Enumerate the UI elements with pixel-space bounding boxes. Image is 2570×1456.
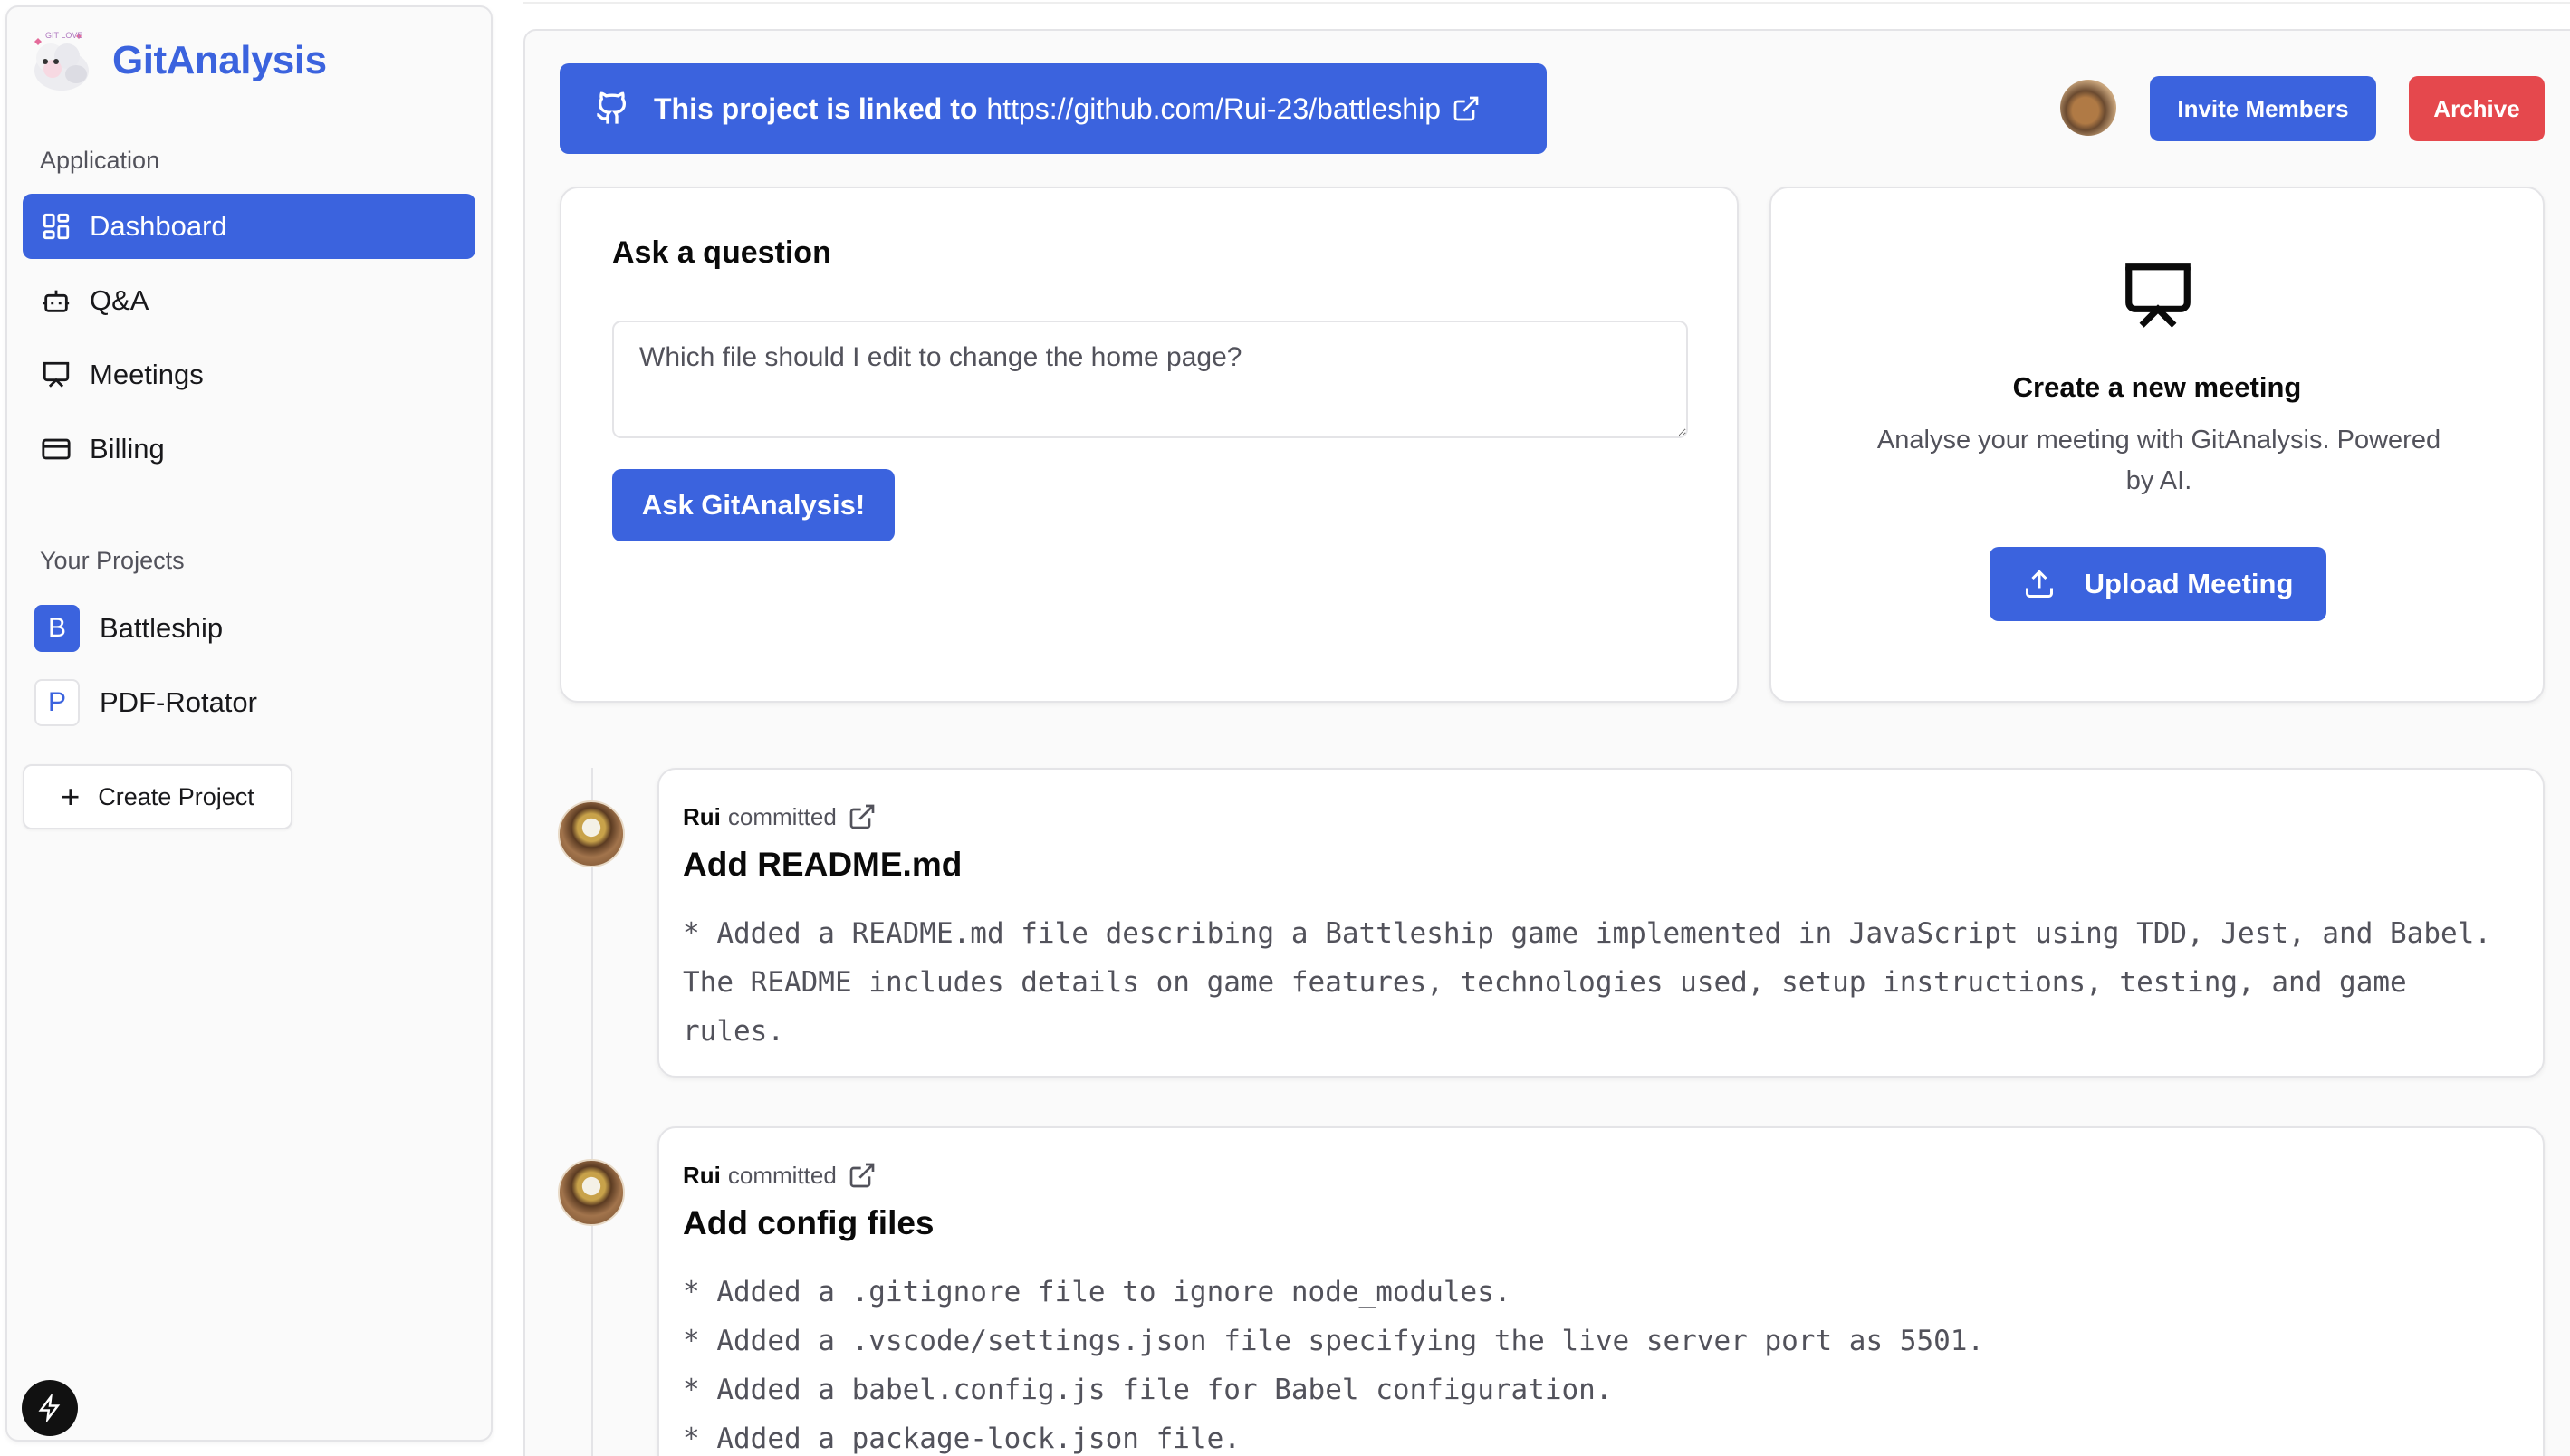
commit-author: Rui [683, 802, 721, 830]
upload-icon [2025, 570, 2053, 598]
external-link-icon[interactable] [848, 1161, 877, 1190]
nav-billing-label: Billing [90, 433, 165, 465]
lightning-icon [38, 1394, 61, 1422]
external-link-icon[interactable] [1452, 94, 1481, 123]
nav-qa-label: Q&A [90, 284, 149, 316]
github-icon [596, 91, 627, 124]
commit-summary-line: * Added a .gitignore file to ignore node… [683, 1276, 1511, 1308]
project-initial-badge: P [34, 679, 80, 726]
nav-qa[interactable]: Q&A [23, 268, 475, 333]
commit-summary-line: * Added a package-lock.json file. [683, 1422, 1241, 1455]
ask-question-card: Ask a question Ask GitAnalysis! [560, 187, 1739, 703]
commit-summary-line: * Added a README.md file describing a Ba… [683, 917, 2492, 950]
commit-summary: * Added a .gitignore file to ignore node… [683, 1268, 2512, 1456]
commit-author-avatar [558, 1159, 625, 1226]
archive-button[interactable]: Archive [2409, 76, 2545, 141]
commit-meta: Rui committed [683, 802, 877, 831]
presentation-icon [41, 359, 72, 390]
upload-meeting-button[interactable]: Upload Meeting [1990, 547, 2326, 621]
commit-item: Rui committed Add README.md * Added a RE… [657, 768, 2545, 1078]
credit-card-icon [41, 434, 72, 465]
upload-meeting-label: Upload Meeting [2084, 568, 2294, 599]
projects-group-label: Your Projects [40, 547, 185, 574]
commit-summary-line: * Added a .vscode/settings.json file spe… [683, 1325, 1985, 1357]
dev-tools-button[interactable] [22, 1380, 78, 1436]
repo-link-banner: This project is linked to https://github… [560, 63, 1547, 154]
commit-summary: * Added a README.md file describing a Ba… [683, 909, 2512, 1056]
external-link-icon[interactable] [848, 802, 877, 831]
ask-submit-button[interactable]: Ask GitAnalysis! [612, 469, 895, 541]
commit-item: Rui committed Add config files * Added a… [657, 1126, 2545, 1456]
repo-url-link[interactable]: https://github.com/Rui-23/battleship [986, 92, 1441, 126]
sidebar: GIT LOVE GitAnalysis Application Dashboa… [5, 5, 493, 1442]
brand[interactable]: GIT LOVE GitAnalysis [25, 24, 327, 98]
meeting-description: Analyse your meeting with GitAnalysis. P… [1876, 426, 2441, 495]
project-name: Battleship [100, 612, 224, 644]
linked-text: This project is linked to [654, 91, 978, 125]
create-project-button[interactable]: + Create Project [23, 764, 292, 829]
commit-summary-line: The README includes details on game feat… [683, 966, 2407, 999]
commit-author-avatar [558, 800, 625, 867]
commit-summary-line: * Added a babel.config.js file for Babel… [683, 1374, 1613, 1406]
question-input[interactable] [612, 321, 1688, 438]
project-battleship[interactable]: B Battleship [34, 603, 223, 654]
commit-meta: Rui committed [683, 1161, 877, 1190]
top-divider [523, 0, 2570, 4]
nav-billing[interactable]: Billing [23, 417, 475, 482]
create-meeting-card: Create a new meeting Analyse your meetin… [1769, 187, 2545, 703]
commit-summary-line: rules. [683, 1015, 784, 1048]
member-avatar[interactable] [2060, 80, 2116, 136]
nav-dashboard-label: Dashboard [90, 210, 227, 242]
commit-action: committed [727, 1161, 837, 1189]
nav-meetings-label: Meetings [90, 359, 204, 390]
presentation-icon [2125, 263, 2191, 328]
commit-title: Add config files [683, 1204, 935, 1241]
project-initial-badge: B [34, 605, 80, 652]
nav-dashboard[interactable]: Dashboard [23, 194, 475, 259]
svg-text:GIT LOVE: GIT LOVE [45, 31, 82, 40]
project-name: PDF-Rotator [100, 686, 257, 718]
ask-question-title: Ask a question [612, 235, 831, 270]
app-name: GitAnalysis [112, 38, 327, 82]
nav-meetings[interactable]: Meetings [23, 342, 475, 407]
meeting-title: Create a new meeting [2012, 371, 2302, 403]
commit-timeline [591, 768, 593, 1456]
bot-icon [41, 285, 72, 316]
commit-title: Add README.md [683, 846, 963, 883]
logo-icon: GIT LOVE [34, 31, 89, 91]
dashboard-icon [41, 211, 72, 242]
invite-members-button[interactable]: Invite Members [2150, 76, 2376, 141]
application-group-label: Application [40, 147, 160, 174]
plus-icon: + [61, 778, 81, 815]
create-project-label: Create Project [98, 782, 254, 810]
commit-action: committed [727, 802, 837, 830]
project-pdf-rotator[interactable]: P PDF-Rotator [34, 677, 257, 728]
commit-author: Rui [683, 1161, 721, 1189]
